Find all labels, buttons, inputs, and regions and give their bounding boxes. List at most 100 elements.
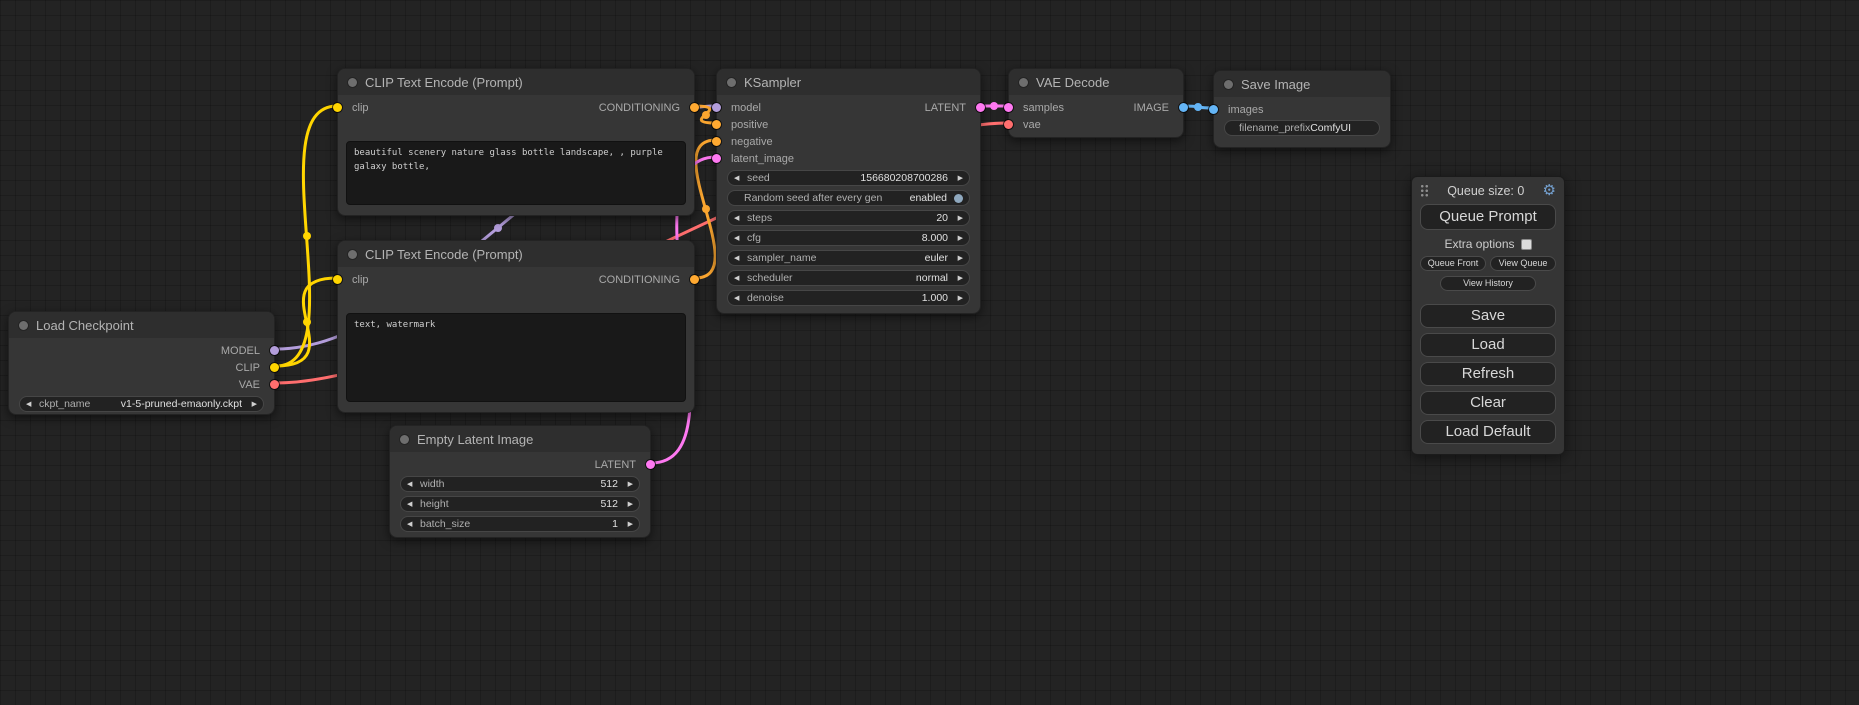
node-title-bar[interactable]: KSampler (717, 69, 980, 95)
collapse-dot[interactable] (400, 435, 409, 444)
model-input-port[interactable] (712, 103, 721, 112)
seed-widget[interactable]: ◀ seed 156680208700286 ▶ (727, 170, 970, 186)
decrement-arrow-icon[interactable]: ◀ (407, 481, 418, 488)
decrement-arrow-icon[interactable]: ◀ (734, 255, 745, 262)
increment-arrow-icon[interactable]: ▶ (622, 521, 633, 528)
node-title: CLIP Text Encode (Prompt) (365, 75, 523, 90)
width-widget[interactable]: ◀ width 512 ▶ (400, 476, 640, 492)
steps-widget[interactable]: ◀ steps 20 ▶ (727, 210, 970, 226)
widget-value: 512 (449, 498, 622, 510)
random-seed-toggle-widget[interactable]: Random seed after every gen enabled (727, 190, 970, 206)
clip-input-port[interactable] (333, 275, 342, 284)
decrement-arrow-icon[interactable]: ◀ (734, 215, 745, 222)
increment-arrow-icon[interactable]: ▶ (952, 295, 963, 302)
latent-output-label: LATENT (595, 459, 636, 471)
widget-label: scheduler (745, 272, 793, 284)
collapse-dot[interactable] (1224, 80, 1233, 89)
latent-output-port[interactable] (646, 460, 655, 469)
collapse-dot[interactable] (19, 321, 28, 330)
positive-input-port[interactable] (712, 120, 721, 129)
cfg-widget[interactable]: ◀ cfg 8.000 ▶ (727, 230, 970, 246)
increment-arrow-icon[interactable]: ▶ (952, 235, 963, 242)
model-input-label: model (731, 102, 761, 114)
increment-arrow-icon[interactable]: ▶ (952, 255, 963, 262)
vae-input-port[interactable] (1004, 120, 1013, 129)
clear-button[interactable]: Clear (1420, 391, 1556, 415)
collapse-dot[interactable] (348, 78, 357, 87)
node-graph-canvas[interactable]: Load Checkpoint MODEL CLIP VAE ◀ ckpt_na… (0, 0, 1859, 705)
refresh-button[interactable]: Refresh (1420, 362, 1556, 386)
batch-size-widget[interactable]: ◀ batch_size 1 ▶ (400, 516, 640, 532)
latent-image-input-port[interactable] (712, 154, 721, 163)
node-clip-text-encode-negative[interactable]: CLIP Text Encode (Prompt) clip CONDITION… (337, 240, 695, 413)
toggle-dot[interactable] (954, 194, 963, 203)
conditioning-output-label: CONDITIONING (599, 102, 680, 114)
denoise-widget[interactable]: ◀ denoise 1.000 ▶ (727, 290, 970, 306)
decrement-arrow-icon[interactable]: ◀ (734, 295, 745, 302)
conditioning-output-port[interactable] (690, 103, 699, 112)
node-vae-decode[interactable]: VAE Decode samples IMAGE vae (1008, 68, 1184, 138)
widget-value: v1-5-pruned-emaonly.ckpt (90, 398, 246, 410)
collapse-dot[interactable] (1019, 78, 1028, 87)
view-queue-button[interactable]: View Queue (1490, 256, 1556, 271)
collapse-dot[interactable] (727, 78, 736, 87)
extra-options-checkbox[interactable] (1521, 239, 1532, 250)
increment-arrow-icon[interactable]: ▶ (622, 481, 633, 488)
collapse-dot[interactable] (348, 250, 357, 259)
vae-output-port[interactable] (270, 380, 279, 389)
node-title-bar[interactable]: Save Image (1214, 71, 1390, 97)
negative-prompt-textarea[interactable]: text, watermark (346, 313, 686, 402)
increment-arrow-icon[interactable]: ▶ (952, 175, 963, 182)
comfy-menu-panel: Queue size: 0 ⚙ Queue Prompt Extra optio… (1411, 176, 1565, 455)
conditioning-output-port[interactable] (690, 275, 699, 284)
clip-input-port[interactable] (333, 103, 342, 112)
node-title-bar[interactable]: VAE Decode (1009, 69, 1183, 95)
increment-arrow-icon[interactable]: ▶ (246, 401, 257, 408)
clip-output-port[interactable] (270, 363, 279, 372)
widget-value: normal (793, 272, 952, 284)
decrement-arrow-icon[interactable]: ◀ (734, 235, 745, 242)
sampler-name-widget[interactable]: ◀ sampler_name euler ▶ (727, 250, 970, 266)
model-output-port[interactable] (270, 346, 279, 355)
decrement-arrow-icon[interactable]: ◀ (407, 501, 418, 508)
node-title-bar[interactable]: Load Checkpoint (9, 312, 274, 338)
increment-arrow-icon[interactable]: ▶ (952, 215, 963, 222)
drag-handle-icon[interactable] (1420, 184, 1429, 197)
decrement-arrow-icon[interactable]: ◀ (734, 175, 745, 182)
latent-output-port[interactable] (976, 103, 985, 112)
queue-front-button[interactable]: Queue Front (1420, 256, 1486, 271)
node-empty-latent-image[interactable]: Empty Latent Image LATENT ◀ width 512 ▶ … (389, 425, 651, 538)
decrement-arrow-icon[interactable]: ◀ (734, 275, 745, 282)
height-widget[interactable]: ◀ height 512 ▶ (400, 496, 640, 512)
node-title-bar[interactable]: CLIP Text Encode (Prompt) (338, 241, 694, 267)
images-input-port[interactable] (1209, 105, 1218, 114)
node-clip-text-encode-positive[interactable]: CLIP Text Encode (Prompt) clip CONDITION… (337, 68, 695, 216)
samples-input-port[interactable] (1004, 103, 1013, 112)
settings-gear-icon[interactable]: ⚙ (1543, 183, 1556, 198)
load-default-button[interactable]: Load Default (1420, 420, 1556, 444)
ckpt-name-widget[interactable]: ◀ ckpt_name v1-5-pruned-emaonly.ckpt ▶ (19, 396, 264, 412)
node-title-bar[interactable]: Empty Latent Image (390, 426, 650, 452)
save-button[interactable]: Save (1420, 304, 1556, 328)
increment-arrow-icon[interactable]: ▶ (622, 501, 633, 508)
node-title: VAE Decode (1036, 75, 1109, 90)
scheduler-widget[interactable]: ◀ scheduler normal ▶ (727, 270, 970, 286)
node-title-bar[interactable]: CLIP Text Encode (Prompt) (338, 69, 694, 95)
model-output-label: MODEL (221, 345, 260, 357)
image-output-port[interactable] (1179, 103, 1188, 112)
queue-prompt-button[interactable]: Queue Prompt (1420, 204, 1556, 230)
decrement-arrow-icon[interactable]: ◀ (407, 521, 418, 528)
node-save-image[interactable]: Save Image images filename_prefix ComfyU… (1213, 70, 1391, 148)
positive-prompt-textarea[interactable]: beautiful scenery nature glass bottle la… (346, 141, 686, 205)
load-button[interactable]: Load (1420, 333, 1556, 357)
view-history-button[interactable]: View History (1440, 276, 1536, 291)
increment-arrow-icon[interactable]: ▶ (952, 275, 963, 282)
negative-input-port[interactable] (712, 137, 721, 146)
filename-prefix-widget[interactable]: filename_prefix ComfyUI (1224, 120, 1380, 136)
node-load-checkpoint[interactable]: Load Checkpoint MODEL CLIP VAE ◀ ckpt_na… (8, 311, 275, 415)
node-ksampler[interactable]: KSampler model LATENT positive negative … (716, 68, 981, 314)
vae-output-label: VAE (239, 379, 260, 391)
widget-value: 1.000 (784, 292, 952, 304)
widget-label: ckpt_name (37, 398, 90, 410)
decrement-arrow-icon[interactable]: ◀ (26, 401, 37, 408)
